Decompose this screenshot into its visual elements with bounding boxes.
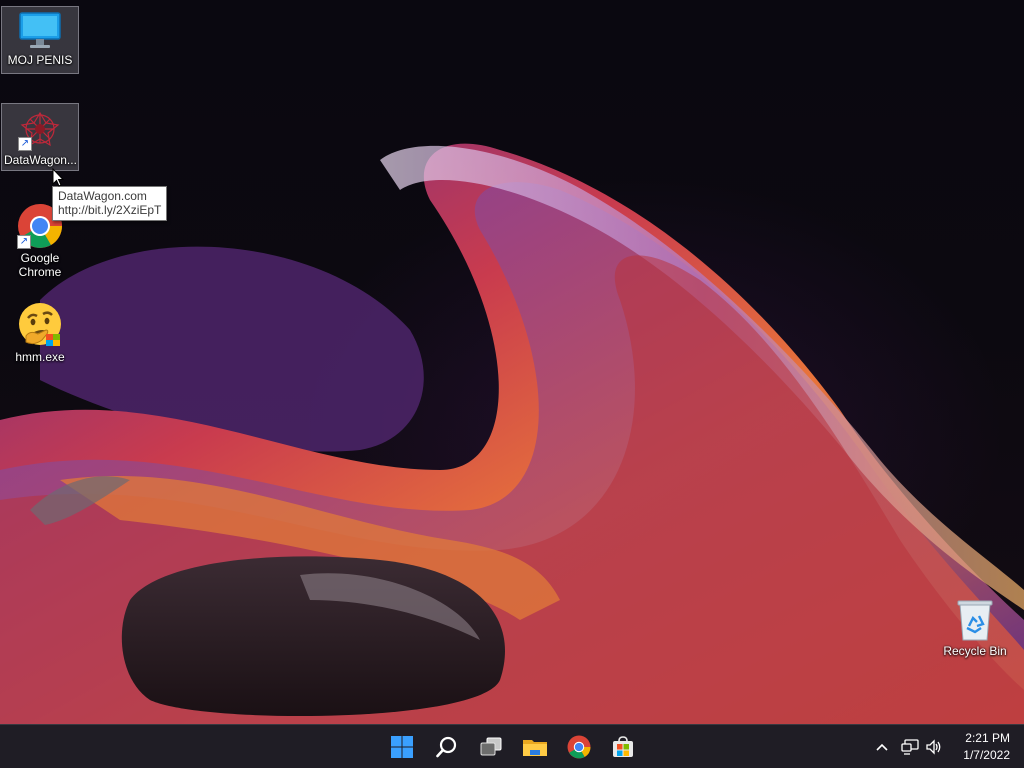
search-button[interactable] (431, 731, 463, 763)
volume-icon (926, 739, 941, 755)
desktop-icon-datawagon[interactable]: ↗ DataWagon... (1, 103, 79, 171)
network-icon (901, 739, 919, 755)
desktop-icon-label-line2: Chrome (18, 265, 62, 279)
desktop-icon-label: Recycle Bin (943, 644, 1007, 658)
file-explorer-button[interactable] (519, 731, 551, 763)
clock-date: 1/7/2022 (963, 748, 1010, 762)
desktop-icon-label: MOJ PENIS (7, 53, 73, 67)
store-icon (613, 736, 633, 757)
tooltip-line-title: DataWagon.com (58, 189, 147, 203)
shortcut-arrow-icon: ↗ (18, 137, 32, 151)
mouse-cursor-icon (52, 168, 64, 187)
volume-button[interactable] (922, 735, 946, 759)
desktop-icon-label: hmm.exe (15, 350, 65, 364)
monitor-icon (18, 11, 62, 51)
chrome-taskbar-button[interactable] (563, 731, 595, 763)
network-button[interactable] (898, 735, 922, 759)
datawagon-icon: ↗ (18, 107, 62, 151)
start-button[interactable] (386, 731, 418, 763)
system-tray (872, 725, 946, 768)
folder-icon (523, 740, 547, 756)
store-button[interactable] (607, 731, 639, 763)
desktop-icon-hmm-exe[interactable]: hmm.exe (1, 298, 79, 368)
search-icon (436, 736, 457, 758)
taskbar-clock[interactable]: 2:21 PM 1/7/2022 (963, 730, 1010, 764)
recycle-bin-icon (955, 596, 995, 642)
wallpaper (0, 143, 1024, 724)
show-hidden-icons-button[interactable] (872, 735, 892, 759)
chrome-icon (567, 735, 591, 759)
desktop-icon-this-pc[interactable]: MOJ PENIS (1, 6, 79, 74)
chevron-up-icon (876, 743, 888, 751)
tooltip-line-url: http://bit.ly/2XziEpT (58, 203, 162, 217)
task-view-icon (480, 737, 502, 756)
desktop-icon-label-line1: Google (20, 251, 60, 265)
thinking-emoji-icon (16, 300, 64, 348)
desktop-icon-recycle-bin[interactable]: Recycle Bin (936, 594, 1014, 662)
desktop-icon-label: DataWagon... (4, 153, 77, 167)
icon-tooltip: DataWagon.com http://bit.ly/2XziEpT (52, 186, 168, 221)
desktop[interactable]: MOJ PENIS ↗ DataWagon... ↗ Google Chrome… (0, 0, 1024, 724)
shortcut-arrow-icon: ↗ (17, 235, 31, 249)
taskbar: 2:21 PM 1/7/2022 (0, 724, 1024, 768)
windows-start-icon (391, 736, 413, 758)
task-view-button[interactable] (475, 731, 507, 763)
clock-time: 2:21 PM (965, 731, 1010, 745)
